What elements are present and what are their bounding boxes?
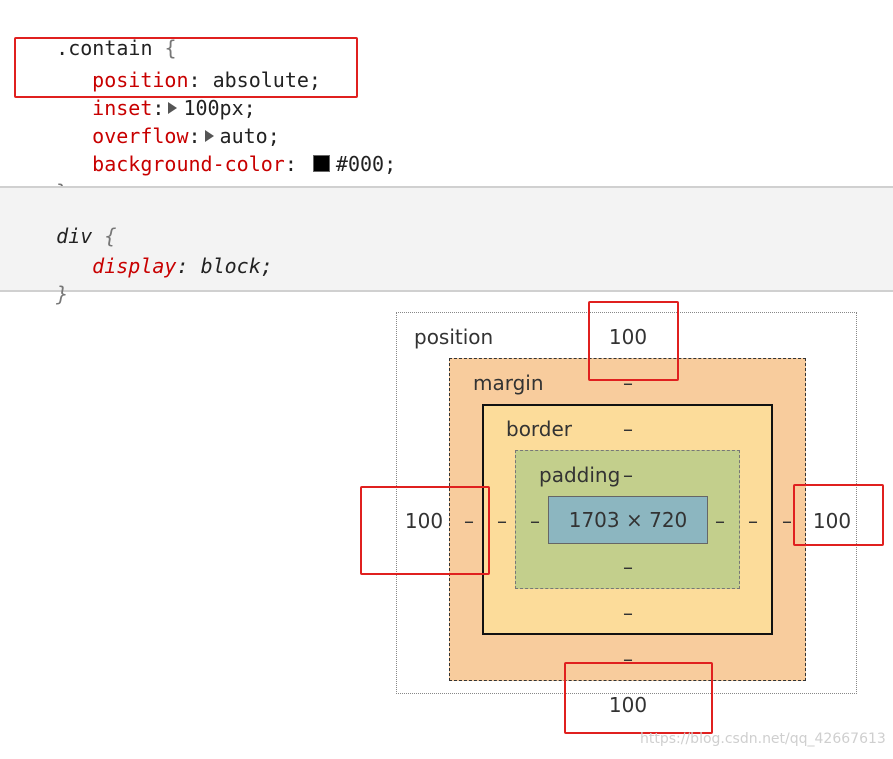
prop-value: block;: [200, 254, 273, 278]
border-label: border: [506, 417, 573, 441]
close-brace-line: }: [8, 252, 68, 336]
prop-value[interactable]: #000;: [336, 152, 396, 176]
css-rule-div: div { display: block; }: [0, 186, 893, 306]
highlight-box-left: [360, 486, 490, 575]
padding-bottom-value[interactable]: –: [623, 555, 633, 579]
highlight-box-bottom: [564, 662, 713, 734]
highlight-box-decls: [14, 37, 358, 98]
margin-label: margin: [473, 371, 544, 395]
margin-right-value[interactable]: –: [782, 509, 792, 533]
highlight-box-right: [793, 484, 884, 546]
border-bottom-value[interactable]: –: [623, 601, 633, 625]
prop-name: display: [92, 254, 177, 278]
watermark: https://blog.csdn.net/qq_42667613: [640, 731, 886, 747]
content-box[interactable]: 1703 × 720: [548, 496, 708, 544]
padding-top-value[interactable]: –: [623, 463, 633, 487]
padding-left-value[interactable]: –: [530, 509, 540, 533]
color-swatch-icon[interactable]: [312, 155, 330, 172]
border-top-value[interactable]: –: [623, 417, 633, 441]
border-right-value[interactable]: –: [748, 509, 758, 533]
highlight-box-top: [588, 301, 679, 381]
close-brace: }: [56, 282, 69, 306]
border-left-value[interactable]: –: [497, 509, 507, 533]
content-size[interactable]: 1703 × 720: [569, 508, 688, 532]
prop-name[interactable]: background-color: [92, 152, 285, 176]
position-label: position: [414, 325, 494, 349]
padding-label: padding: [539, 463, 621, 487]
decl-display: display: block;: [92, 254, 273, 278]
padding-right-value[interactable]: –: [715, 509, 725, 533]
